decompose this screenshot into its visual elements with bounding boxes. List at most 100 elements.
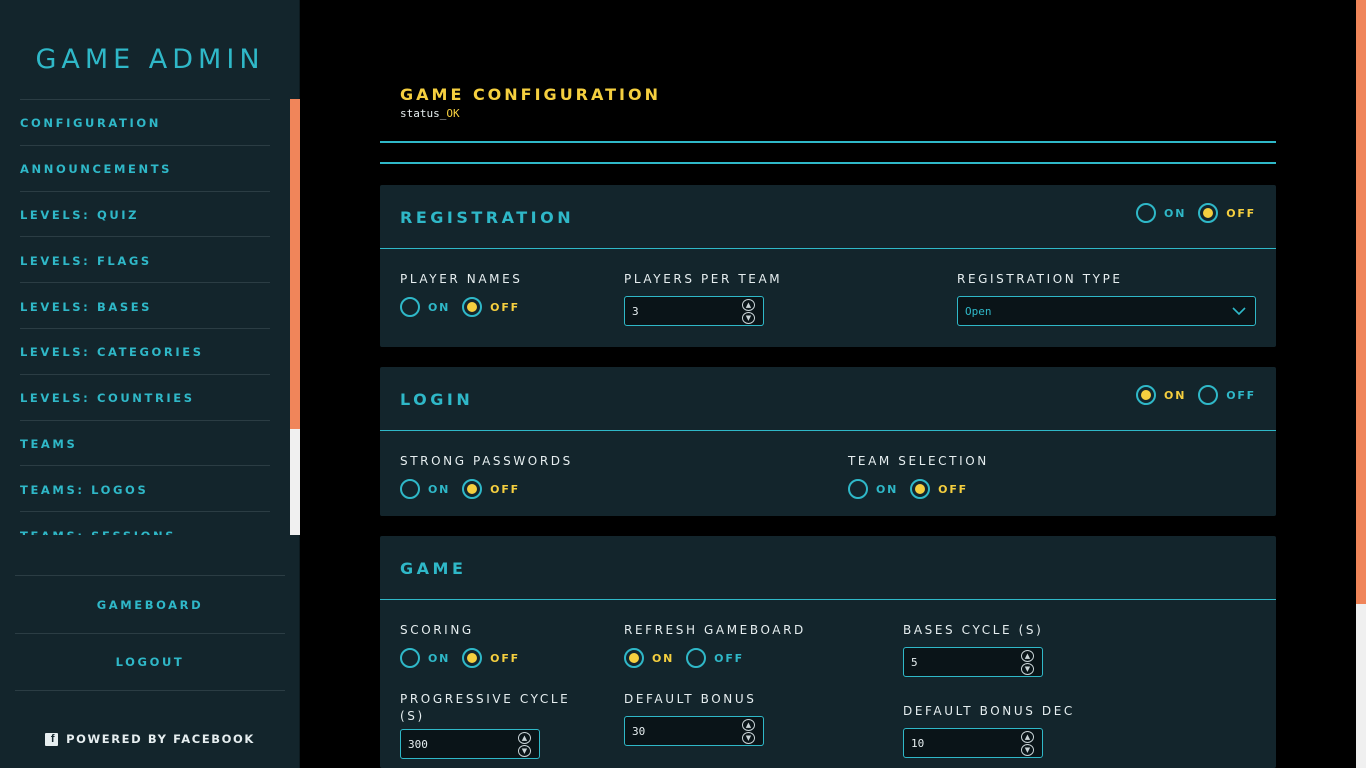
sidebar-scrollbar-thumb[interactable]	[290, 99, 300, 429]
login-on-radio[interactable]: ON	[1136, 385, 1186, 405]
default-bonus-input[interactable]: 30 ▲ ▼	[624, 716, 764, 746]
radio-label: OFF	[490, 651, 520, 665]
strong-passwords-on-radio[interactable]: ON	[400, 479, 450, 499]
sidebar-item-levels-quiz[interactable]: LEVELS: QUIZ	[20, 190, 270, 237]
player-names-field: PLAYER NAMES ON OFF	[400, 271, 522, 317]
status-value: OK	[446, 107, 460, 120]
sidebar-item-teams-sessions[interactable]: TEAMS: SESSIONS	[20, 511, 270, 535]
sidebar-nav-list: CONFIGURATION ANNOUNCEMENTS LEVELS: QUIZ…	[20, 99, 270, 535]
step-up-icon[interactable]: ▲	[742, 719, 755, 731]
scoring-off-radio[interactable]: OFF	[462, 648, 520, 668]
number-stepper[interactable]: ▲ ▼	[1021, 731, 1035, 756]
radio-button[interactable]	[462, 479, 483, 499]
registration-panel-header: REGISTRATION ON OFF	[380, 185, 1276, 249]
page-scrollbar-thumb[interactable]	[1356, 0, 1366, 604]
radio-label: OFF	[490, 482, 520, 496]
refresh-gameboard-field: REFRESH GAMEBOARD ON OFF	[624, 622, 806, 668]
radio-button[interactable]	[1198, 385, 1219, 405]
sidebar-item-teams-logos[interactable]: TEAMS: LOGOS	[20, 465, 270, 511]
number-stepper[interactable]: ▲ ▼	[1021, 650, 1035, 675]
sidebar-item-levels-flags[interactable]: LEVELS: FLAGS	[20, 236, 270, 282]
number-stepper[interactable]: ▲ ▼	[742, 299, 756, 324]
registration-off-radio[interactable]: OFF	[1198, 203, 1256, 223]
status-text: status_OK	[400, 107, 460, 120]
player-names-on-radio[interactable]: ON	[400, 297, 450, 317]
sidebar: GAME ADMIN CONFIGURATION ANNOUNCEMENTS L…	[0, 0, 300, 768]
sidebar-item-levels-countries[interactable]: LEVELS: COUNTRIES	[20, 373, 270, 420]
bases-cycle-field: BASES CYCLE (S) 5 ▲ ▼	[903, 622, 1043, 677]
refresh-gameboard-on-radio[interactable]: ON	[624, 648, 674, 668]
registration-on-radio[interactable]: ON	[1136, 203, 1186, 223]
default-bonus-field: DEFAULT BONUS 30 ▲ ▼	[624, 691, 764, 746]
radio-button[interactable]	[400, 297, 420, 317]
step-down-icon[interactable]: ▼	[742, 312, 755, 324]
team-selection-on-radio[interactable]: ON	[848, 479, 898, 499]
player-names-toggle: ON OFF	[400, 297, 522, 317]
progressive-cycle-input[interactable]: 300 ▲ ▼	[400, 729, 540, 759]
player-names-off-radio[interactable]: OFF	[462, 297, 520, 317]
sidebar-item-teams[interactable]: TEAMS	[20, 419, 270, 466]
logout-link[interactable]: LOGOUT	[15, 633, 285, 691]
players-per-team-input[interactable]: 3 ▲ ▼	[624, 296, 764, 326]
radio-button[interactable]	[462, 648, 483, 668]
registration-toggle: ON OFF	[1136, 203, 1256, 223]
field-label: REGISTRATION TYPE	[957, 272, 1123, 286]
radio-button[interactable]	[462, 297, 483, 317]
sidebar-item-levels-bases[interactable]: LEVELS: BASES	[20, 282, 270, 328]
radio-button[interactable]	[1136, 203, 1157, 223]
radio-button[interactable]	[686, 648, 707, 668]
field-label: BASES CYCLE (S)	[903, 623, 1044, 637]
sidebar-item-configuration[interactable]: CONFIGURATION	[20, 99, 270, 145]
login-toggle: ON OFF	[1136, 385, 1256, 405]
login-off-radio[interactable]: OFF	[1198, 385, 1256, 405]
step-up-icon[interactable]: ▲	[518, 732, 531, 744]
radio-button[interactable]	[400, 648, 420, 668]
status-prefix: status_	[400, 107, 447, 120]
page-title: GAME CONFIGURATION	[400, 85, 661, 104]
number-stepper[interactable]: ▲ ▼	[518, 732, 532, 757]
sidebar-item-announcements[interactable]: ANNOUNCEMENTS	[20, 144, 270, 191]
sidebar-scrollbar[interactable]	[290, 99, 300, 535]
field-label: SCORING	[400, 623, 474, 637]
sidebar-bottom-nav: GAMEBOARD LOGOUT	[15, 575, 285, 691]
game-panel-header: GAME	[380, 536, 1276, 600]
radio-label: OFF	[938, 482, 968, 496]
radio-button[interactable]	[624, 648, 644, 668]
step-down-icon[interactable]: ▼	[518, 745, 531, 757]
radio-label: OFF	[714, 651, 744, 665]
radio-button[interactable]	[1198, 203, 1219, 223]
radio-label: ON	[876, 482, 899, 496]
radio-button[interactable]	[1136, 385, 1157, 405]
players-per-team-field: PLAYERS PER TEAM 3 ▲ ▼	[624, 271, 782, 326]
facebook-icon: f	[45, 732, 59, 746]
powered-by[interactable]: f POWERED BY FACEBOOK	[0, 732, 300, 746]
step-up-icon[interactable]: ▲	[742, 299, 755, 311]
step-up-icon[interactable]: ▲	[1021, 731, 1034, 743]
refresh-gameboard-toggle: ON OFF	[624, 648, 806, 668]
step-down-icon[interactable]: ▼	[1021, 663, 1034, 675]
gameboard-link[interactable]: GAMEBOARD	[15, 575, 285, 633]
bases-cycle-input[interactable]: 5 ▲ ▼	[903, 647, 1043, 677]
sidebar-item-levels-categories[interactable]: LEVELS: CATEGORIES	[20, 327, 270, 374]
page-scrollbar[interactable]	[1356, 0, 1366, 768]
radio-button[interactable]	[848, 479, 868, 499]
radio-label: ON	[1164, 388, 1187, 402]
input-value: 5	[911, 656, 918, 669]
field-label: STRONG PASSWORDS	[400, 454, 573, 468]
scoring-toggle: ON OFF	[400, 648, 520, 668]
number-stepper[interactable]: ▲ ▼	[742, 719, 756, 744]
login-title: LOGIN	[400, 390, 474, 409]
strong-passwords-off-radio[interactable]: OFF	[462, 479, 520, 499]
radio-button[interactable]	[400, 479, 420, 499]
default-bonus-dec-input[interactable]: 10 ▲ ▼	[903, 728, 1043, 758]
field-label: TEAM SELECTION	[848, 454, 989, 468]
login-panel-header: LOGIN ON OFF	[380, 367, 1276, 431]
step-down-icon[interactable]: ▼	[1021, 744, 1034, 756]
radio-button[interactable]	[910, 479, 931, 499]
registration-type-select[interactable]: Open	[957, 296, 1256, 326]
team-selection-off-radio[interactable]: OFF	[910, 479, 968, 499]
step-up-icon[interactable]: ▲	[1021, 650, 1034, 662]
scoring-on-radio[interactable]: ON	[400, 648, 450, 668]
refresh-gameboard-off-radio[interactable]: OFF	[686, 648, 744, 668]
step-down-icon[interactable]: ▼	[742, 732, 755, 744]
